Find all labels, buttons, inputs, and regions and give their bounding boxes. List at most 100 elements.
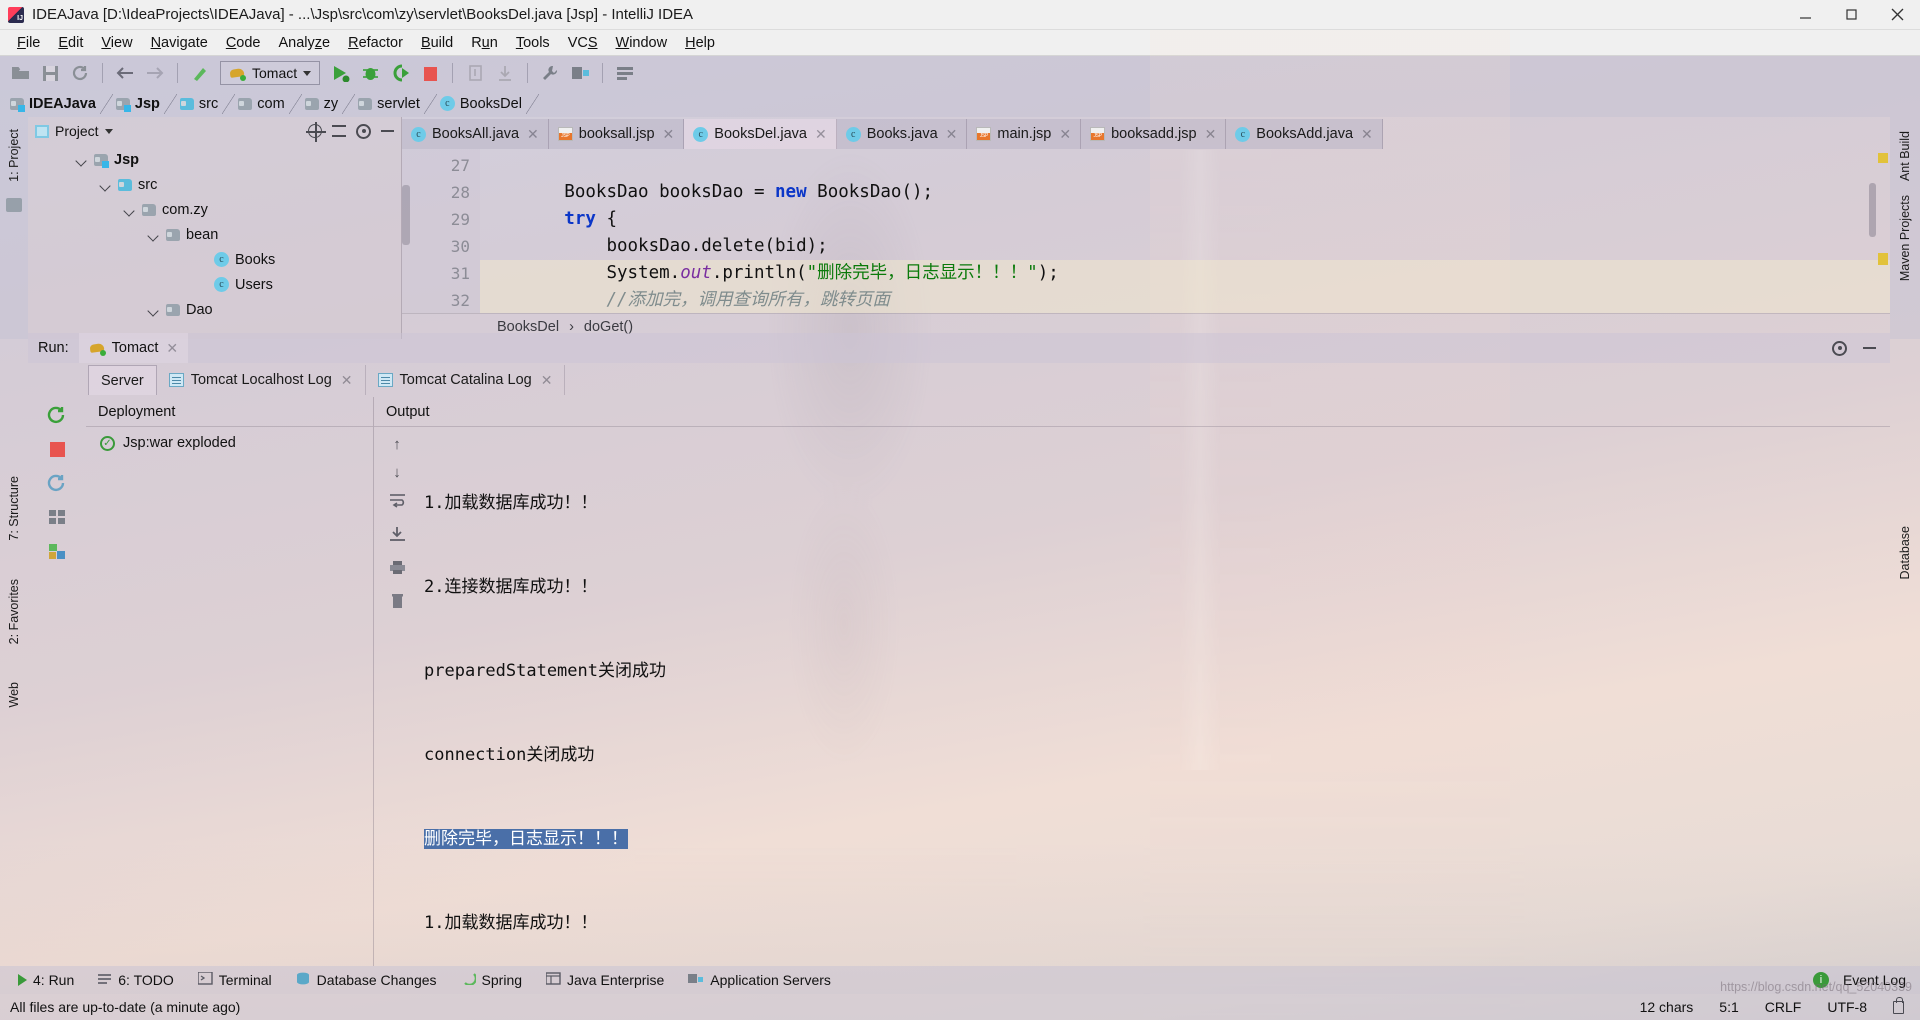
redeploy-icon[interactable] [46, 541, 68, 561]
tool-window-project[interactable]: 1: Project [5, 123, 23, 188]
close-icon[interactable]: ✕ [946, 126, 958, 143]
struts-icon[interactable] [611, 60, 639, 86]
menu-navigate[interactable]: Navigate [142, 33, 217, 53]
run-icon[interactable] [326, 60, 354, 86]
breadcrumb-item-com[interactable]: com [238, 96, 288, 112]
lock-icon[interactable] [1893, 996, 1904, 1014]
update-icon[interactable] [491, 60, 519, 86]
editor-tab-booksall-jsp[interactable]: booksall.jsp ✕ [548, 119, 685, 149]
breadcrumb-item-servlet[interactable]: servlet [358, 96, 424, 112]
breadcrumb-item-ideajava[interactable]: IDEAJava [10, 96, 100, 112]
tree-node-books[interactable]: c Books [28, 247, 401, 272]
bottom-tab-terminal[interactable]: Terminal [186, 971, 284, 988]
status-line-separator[interactable]: CRLF [1765, 999, 1802, 1015]
tool-window-database[interactable]: Database [1896, 520, 1914, 586]
menu-view[interactable]: View [92, 33, 141, 53]
bottom-tab-todo[interactable]: 6: TODO [86, 972, 186, 988]
tree-node-bean[interactable]: bean [28, 222, 401, 247]
menu-file[interactable]: File [8, 33, 49, 53]
editor-tab-booksall-java[interactable]: c BooksAll.java ✕ [402, 119, 549, 149]
breadcrumb-item-booksdel[interactable]: c BooksDel [439, 96, 526, 112]
run-tab-tomcat-catalina-log[interactable]: Tomcat Catalina Log ✕ [366, 365, 566, 395]
chevron-down-icon[interactable] [148, 229, 160, 241]
tool-window-maven[interactable]: Maven Projects [1896, 189, 1914, 287]
menu-code[interactable]: Code [217, 33, 270, 53]
print-icon[interactable] [389, 560, 406, 580]
chevron-down-icon[interactable] [100, 179, 112, 191]
stop-icon[interactable] [46, 439, 68, 459]
close-icon[interactable]: ✕ [1205, 126, 1217, 143]
editor-tab-booksadd-java[interactable]: c BooksAdd.java ✕ [1226, 119, 1383, 149]
menu-vcs[interactable]: VCS [559, 33, 607, 53]
tree-node-users[interactable]: c Users [28, 272, 401, 297]
run-tab-tomcat-localhost-log[interactable]: Tomcat Localhost Log ✕ [157, 365, 366, 395]
status-caret-position[interactable]: 5:1 [1719, 999, 1738, 1015]
app-servers-icon[interactable] [566, 60, 594, 86]
tool-window-ant-build[interactable]: Ant Build [1896, 125, 1914, 187]
locate-file-icon[interactable] [306, 122, 326, 142]
back-arrow-icon[interactable] [111, 60, 139, 86]
rerun-icon[interactable] [46, 405, 68, 425]
tree-node-jsp[interactable]: Jsp [28, 147, 401, 172]
close-icon[interactable]: ✕ [663, 126, 675, 143]
run-configuration-selector[interactable]: Tomact [220, 61, 321, 85]
tree-node-dao[interactable]: Dao [28, 297, 401, 322]
down-arrow-icon[interactable]: ↓ [393, 465, 401, 480]
collapse-all-icon[interactable] [332, 125, 346, 137]
editor-marker-warning[interactable] [1878, 253, 1888, 265]
editor-tab-booksadd-jsp[interactable]: booksadd.jsp ✕ [1081, 119, 1227, 149]
menu-refactor[interactable]: Refactor [339, 33, 412, 53]
chevron-down-icon[interactable] [124, 204, 136, 216]
close-button[interactable] [1874, 0, 1920, 30]
tree-node-com-zy[interactable]: com.zy [28, 197, 401, 222]
editor-vertical-scrollbar[interactable] [402, 185, 410, 245]
sync-icon[interactable] [66, 60, 94, 86]
menu-tools[interactable]: Tools [507, 33, 559, 53]
breadcrumb-item-jsp[interactable]: Jsp [115, 96, 164, 112]
bottom-tab-database-changes[interactable]: Database Changes [284, 972, 449, 988]
editor-marker-warning[interactable] [1878, 153, 1888, 163]
tool-window-web[interactable]: Web [5, 676, 23, 713]
close-icon[interactable]: ✕ [1059, 126, 1071, 143]
tool-window-structure[interactable]: 7: Structure [5, 470, 23, 547]
editor-tab-books-java[interactable]: c Books.java ✕ [836, 119, 968, 149]
code-editor[interactable]: 27 28 29 30 31 32 BooksDao booksDao = ne… [402, 149, 1890, 313]
gear-icon[interactable] [1832, 340, 1847, 356]
menu-build[interactable]: Build [412, 33, 462, 53]
editor-tab-booksdel-java[interactable]: c BooksDel.java ✕ [684, 119, 837, 149]
run-tab-server[interactable]: Server [88, 365, 157, 395]
gear-icon[interactable] [356, 123, 371, 139]
bottom-tab-java-enterprise[interactable]: Java Enterprise [534, 972, 676, 988]
chevron-down-icon[interactable] [104, 128, 113, 134]
bottom-tab-application-servers[interactable]: Application Servers [676, 972, 843, 988]
menu-edit[interactable]: Edit [49, 33, 92, 53]
wrench-icon[interactable] [536, 60, 564, 86]
bottom-tab-spring[interactable]: Spring [449, 972, 534, 988]
bottom-tab-run[interactable]: 4: Run [6, 972, 86, 988]
chevron-down-icon[interactable] [148, 304, 160, 316]
debug-icon[interactable] [356, 60, 384, 86]
close-icon[interactable]: ✕ [815, 126, 827, 143]
menu-run[interactable]: Run [462, 33, 507, 53]
breadcrumb-item-src[interactable]: src [179, 96, 222, 112]
close-icon[interactable]: ✕ [541, 372, 553, 389]
menu-analyze[interactable]: Analyze [270, 33, 340, 53]
forward-arrow-icon[interactable] [141, 60, 169, 86]
run-config-tab[interactable]: Tomact ✕ [78, 333, 189, 363]
close-icon[interactable]: ✕ [527, 126, 539, 143]
scroll-to-end-icon[interactable] [389, 526, 406, 547]
editor-tab-main-jsp[interactable]: main.jsp ✕ [967, 119, 1082, 149]
console-output[interactable]: 1.加载数据库成功！！ 2.连接数据库成功！！ preparedStatemen… [420, 427, 1890, 966]
close-icon[interactable]: ✕ [341, 372, 353, 389]
close-icon[interactable]: ✕ [166, 340, 178, 357]
restart-server-icon[interactable] [46, 473, 68, 493]
run-with-coverage-icon[interactable] [386, 60, 414, 86]
stop-icon[interactable] [416, 60, 444, 86]
breadcrumb-item-zy[interactable]: zy [304, 96, 343, 112]
close-icon[interactable]: ✕ [1361, 126, 1373, 143]
minimize-icon[interactable] [1863, 347, 1876, 349]
save-icon[interactable] [36, 60, 64, 86]
menu-window[interactable]: Window [607, 33, 677, 53]
minimize-button[interactable] [1782, 0, 1828, 30]
menu-help[interactable]: Help [676, 33, 724, 53]
